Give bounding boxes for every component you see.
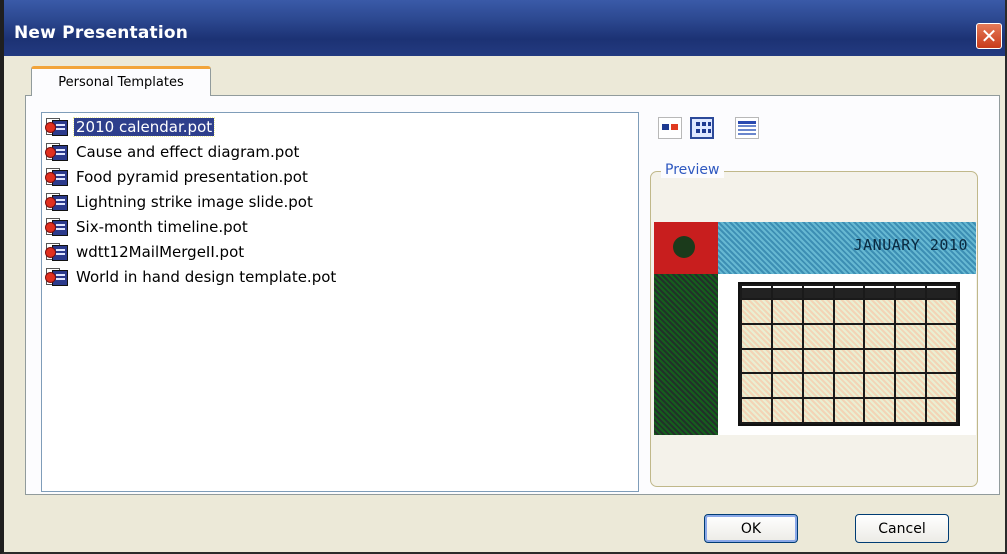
- calendar-day-cell: [834, 300, 864, 323]
- template-preview-slide: JANUARY 2010: [654, 222, 976, 435]
- calendar-day-cell: [803, 349, 833, 373]
- tab-personal-templates[interactable]: Personal Templates: [31, 66, 211, 96]
- list-view-button[interactable]: [690, 117, 714, 139]
- list-view-icon: [696, 122, 711, 133]
- powerpoint-template-icon: [44, 216, 70, 238]
- list-item-label: 2010 calendar.pot: [72, 117, 216, 137]
- calendar-day-cell: [927, 300, 956, 323]
- list-item[interactable]: Six-month timeline.pot: [44, 215, 250, 239]
- calendar-day-cell: [927, 349, 956, 373]
- calendar-header-cell: [896, 286, 926, 298]
- calendar-day-cell: [803, 324, 833, 348]
- cancel-button[interactable]: Cancel: [855, 514, 949, 543]
- close-icon: ✕: [980, 24, 998, 48]
- calendar-header-cell: [772, 286, 802, 298]
- calendar-day-cell: [896, 349, 926, 373]
- powerpoint-template-icon: [44, 141, 70, 163]
- details-view-button[interactable]: [735, 117, 759, 139]
- preview-green-block: [654, 274, 718, 435]
- calendar-day-cell: [834, 374, 864, 398]
- calendar-day-cell: [803, 300, 833, 323]
- title-bar: New Presentation ✕: [4, 0, 1005, 56]
- preview-circle: [673, 236, 695, 258]
- ok-button[interactable]: OK: [704, 514, 798, 543]
- powerpoint-template-icon: [44, 116, 70, 138]
- calendar-day-cell: [803, 374, 833, 398]
- details-view-icon: [738, 121, 756, 135]
- list-item[interactable]: World in hand design template.pot: [44, 265, 338, 289]
- calendar-day-cell: [865, 300, 895, 323]
- calendar-day-cell: [927, 399, 956, 422]
- powerpoint-template-icon: [44, 166, 70, 188]
- list-item[interactable]: 2010 calendar.pot: [44, 115, 216, 139]
- calendar-day-cell: [927, 324, 956, 348]
- calendar-day-cell: [865, 324, 895, 348]
- calendar-header-cell: [834, 286, 864, 298]
- list-item[interactable]: Cause and effect diagram.pot: [44, 140, 301, 164]
- calendar-day-cell: [772, 300, 802, 323]
- calendar-day-cell: [803, 399, 833, 422]
- large-icons-view-button[interactable]: [658, 117, 682, 139]
- calendar-day-cell: [865, 349, 895, 373]
- calendar-day-cell: [896, 374, 926, 398]
- new-presentation-dialog: New Presentation ✕ Personal Templates 20…: [0, 0, 1007, 554]
- calendar-header-cell: [803, 286, 833, 298]
- dialog-title: New Presentation: [14, 23, 189, 43]
- list-item-label: Lightning strike image slide.pot: [76, 193, 313, 211]
- calendar-day-cell: [896, 324, 926, 348]
- list-item-label: wdtt12MailMergeII.pot: [76, 243, 245, 261]
- calendar-day-cell: [742, 399, 771, 422]
- calendar-day-cell: [927, 374, 956, 398]
- list-item-label: Six-month timeline.pot: [76, 218, 248, 236]
- calendar-header-cell: [927, 286, 956, 298]
- calendar-day-cell: [834, 324, 864, 348]
- powerpoint-template-icon: [44, 241, 70, 263]
- calendar-header-cell: [865, 286, 895, 298]
- calendar-day-cell: [834, 349, 864, 373]
- list-item[interactable]: wdtt12MailMergeII.pot: [44, 240, 246, 264]
- calendar-day-cell: [772, 374, 802, 398]
- list-item-label: Cause and effect diagram.pot: [76, 143, 300, 161]
- powerpoint-template-icon: [44, 266, 70, 288]
- calendar-day-cell: [834, 399, 864, 422]
- calendar-day-cell: [772, 399, 802, 422]
- templates-list[interactable]: 2010 calendar.pot Cause and effect diagra…: [41, 112, 639, 492]
- calendar-header-cell: [742, 286, 771, 298]
- preview-label: Preview: [661, 162, 724, 178]
- list-item-label: Food pyramid presentation.pot: [76, 168, 308, 186]
- close-button[interactable]: ✕: [976, 23, 1002, 49]
- list-item[interactable]: Lightning strike image slide.pot: [44, 190, 315, 214]
- calendar-day-cell: [742, 349, 771, 373]
- calendar-day-cell: [896, 399, 926, 422]
- calendar-day-cell: [772, 324, 802, 348]
- calendar-day-cell: [896, 300, 926, 323]
- calendar-day-cell: [865, 399, 895, 422]
- list-item-label: World in hand design template.pot: [76, 268, 337, 286]
- calendar-day-cell: [742, 300, 771, 323]
- calendar-day-cell: [865, 374, 895, 398]
- powerpoint-template-icon: [44, 191, 70, 213]
- calendar-day-cell: [742, 324, 771, 348]
- preview-calendar-grid: [738, 282, 960, 426]
- calendar-day-cell: [742, 374, 771, 398]
- preview-slide-title: JANUARY 2010: [853, 236, 968, 254]
- list-item[interactable]: Food pyramid presentation.pot: [44, 165, 310, 189]
- calendar-day-cell: [772, 349, 802, 373]
